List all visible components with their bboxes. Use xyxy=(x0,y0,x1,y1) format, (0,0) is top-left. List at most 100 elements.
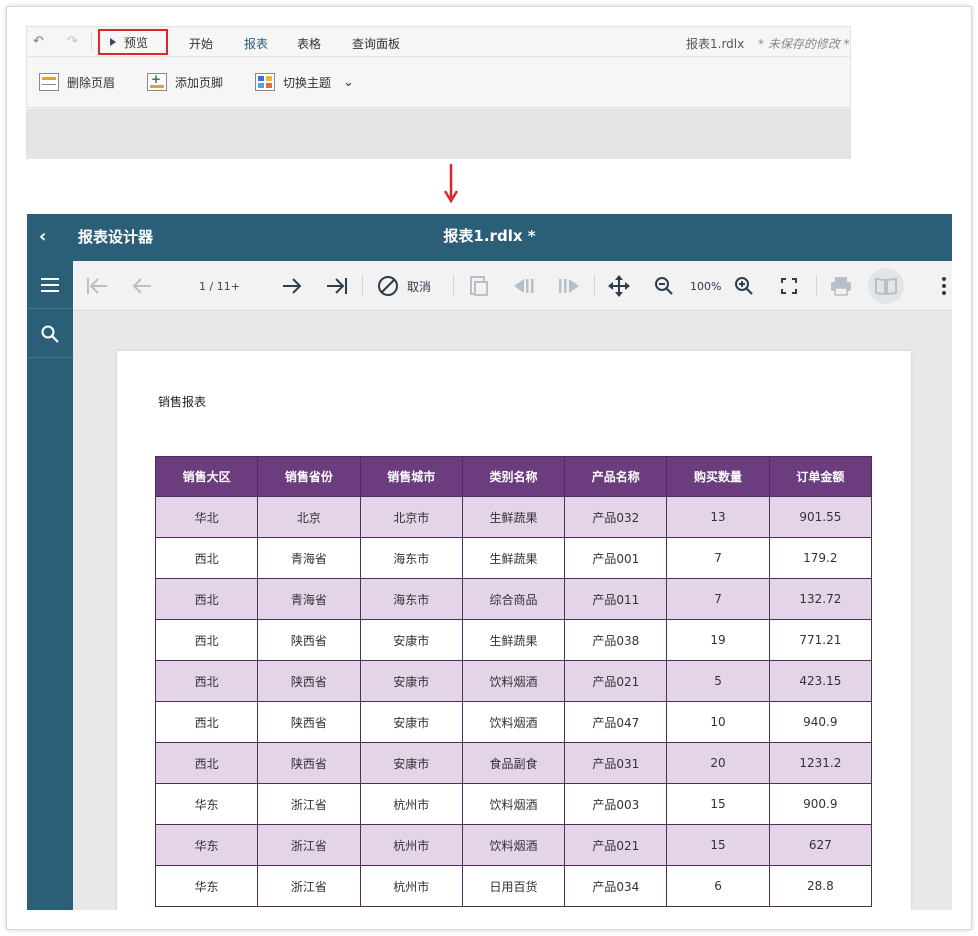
table-cell: 6 xyxy=(666,865,770,907)
zoom-in-icon[interactable] xyxy=(734,275,754,297)
table-cell: 产品034 xyxy=(564,865,668,907)
viewer-sidebar xyxy=(27,261,73,910)
cancel-label: 取消 xyxy=(407,279,432,294)
redo-icon[interactable]: ↷ xyxy=(67,34,78,49)
table-row: 华东 浙江省 杭州市 饮料烟酒 产品003 15 900.9 xyxy=(154,783,873,825)
column-header: 购买数量 xyxy=(666,456,770,497)
last-page-icon[interactable] xyxy=(325,275,349,297)
preview-button[interactable]: 预览 xyxy=(98,29,168,55)
unsaved-note: * 未保存的修改 * xyxy=(758,37,850,51)
table-row: 华东 浙江省 杭州市 饮料烟酒 产品021 15 627 xyxy=(154,824,873,866)
delete-header-button[interactable]: 删除页眉 xyxy=(39,73,115,91)
table-cell: 饮料烟酒 xyxy=(461,824,566,866)
table-cell: 产品001 xyxy=(564,537,668,579)
column-header: 类别名称 xyxy=(461,456,566,497)
table-cell: 132.72 xyxy=(768,578,873,620)
table-cell: 15 xyxy=(666,783,770,825)
table-row: 西北 青海省 海东市 综合商品 产品011 7 132.72 xyxy=(154,578,873,620)
menu-icon[interactable] xyxy=(27,261,73,309)
table-cell: 20 xyxy=(666,742,770,784)
table-cell: 423.15 xyxy=(768,660,873,702)
table-cell: 10 xyxy=(666,701,770,743)
table-cell: 西北 xyxy=(154,660,259,702)
fullscreen-icon[interactable] xyxy=(781,275,797,297)
column-header: 订单金额 xyxy=(768,456,873,497)
more-options-icon[interactable] xyxy=(941,275,947,297)
first-page-icon[interactable] xyxy=(85,275,109,297)
preview-label: 预览 xyxy=(124,35,149,50)
chevron-down-icon[interactable]: ⌄ xyxy=(343,75,354,90)
step-forward-icon[interactable] xyxy=(557,275,581,297)
table-cell: 西北 xyxy=(154,537,259,579)
book-view-icon[interactable] xyxy=(868,268,904,304)
table-cell: 生鲜蔬果 xyxy=(461,496,566,538)
table-cell: 杭州市 xyxy=(359,824,463,866)
zoom-level[interactable]: 100% xyxy=(690,275,721,297)
table-cell: 7 xyxy=(666,537,770,579)
tab-table[interactable]: 表格 xyxy=(297,35,321,52)
table-cell: 安康市 xyxy=(359,660,463,702)
table-cell: 901.55 xyxy=(768,496,873,538)
table-cell: 饮料烟酒 xyxy=(461,660,566,702)
zoom-out-icon[interactable] xyxy=(654,275,674,297)
table-row: 西北 陕西省 安康市 生鲜蔬果 产品038 19 771.21 xyxy=(154,619,873,661)
viewer-toolbar: 1 / 11+ 取消 100% xyxy=(73,261,952,311)
table-cell: 青海省 xyxy=(257,537,361,579)
separator xyxy=(816,275,817,297)
separator xyxy=(91,33,92,51)
table-row: 西北 青海省 海东市 生鲜蔬果 产品001 7 179.2 xyxy=(154,537,873,579)
table-cell: 产品003 xyxy=(564,783,668,825)
table-cell: 19 xyxy=(666,619,770,661)
add-footer-button[interactable]: 添加页脚 xyxy=(147,72,223,91)
cancel-button[interactable]: 取消 xyxy=(377,275,431,297)
table-cell: 饮料烟酒 xyxy=(461,783,566,825)
cancel-icon xyxy=(378,276,398,296)
table-cell: 产品032 xyxy=(564,496,668,538)
step-back-icon[interactable] xyxy=(512,275,536,297)
tab-start[interactable]: 开始 xyxy=(189,35,213,52)
report-page: 销售报表 销售大区 销售省份 销售城市 类别名称 产品名称 购买数量 订单金额 … xyxy=(117,351,911,910)
table-cell: 杭州市 xyxy=(359,783,463,825)
table-cell: 西北 xyxy=(154,742,259,784)
table-cell: 产品021 xyxy=(564,660,668,702)
column-header: 销售城市 xyxy=(359,456,463,497)
table-cell: 安康市 xyxy=(359,619,463,661)
table-cell: 华东 xyxy=(154,824,259,866)
viewer-titlebar: ‹ 报表设计器 报表1.rdlx * xyxy=(27,214,952,261)
separator xyxy=(594,275,595,297)
delete-header-icon xyxy=(39,73,59,91)
prev-page-icon[interactable] xyxy=(131,275,153,297)
table-row: 华北 北京 北京市 生鲜蔬果 产品032 13 901.55 xyxy=(154,496,873,538)
tab-query-panel[interactable]: 查询面板 xyxy=(352,35,400,52)
export-icon[interactable] xyxy=(469,275,489,297)
page-indicator[interactable]: 1 / 11+ xyxy=(199,275,240,297)
table-cell: 1231.2 xyxy=(768,742,873,784)
table-cell: 陕西省 xyxy=(257,742,361,784)
table-cell: 北京市 xyxy=(359,496,463,538)
table-cell: 浙江省 xyxy=(257,783,361,825)
table-cell: 北京 xyxy=(257,496,361,538)
undo-icon[interactable]: ↶ xyxy=(33,34,44,49)
table-cell: 产品011 xyxy=(564,578,668,620)
play-icon xyxy=(110,38,116,46)
table-cell: 13 xyxy=(666,496,770,538)
table-row: 西北 陕西省 安康市 饮料烟酒 产品047 10 940.9 xyxy=(154,701,873,743)
table-cell: 华北 xyxy=(154,496,259,538)
table-cell: 产品021 xyxy=(564,824,668,866)
add-footer-icon xyxy=(147,72,167,91)
table-cell: 西北 xyxy=(154,701,259,743)
table-cell: 28.8 xyxy=(768,865,873,907)
doc-title: 报表1.rdlx * xyxy=(443,227,536,245)
table-cell: 华东 xyxy=(154,783,259,825)
table-cell: 食品副食 xyxy=(461,742,566,784)
table-cell: 青海省 xyxy=(257,578,361,620)
table-row: 西北 陕西省 安康市 食品副食 产品031 20 1231.2 xyxy=(154,742,873,784)
search-icon[interactable] xyxy=(27,310,73,358)
pan-icon[interactable] xyxy=(608,275,630,297)
print-icon[interactable] xyxy=(830,275,852,297)
switch-theme-button[interactable]: 切换主题 ⌄ xyxy=(255,73,354,91)
switch-theme-label: 切换主题 xyxy=(283,75,332,90)
tab-report[interactable]: 报表 xyxy=(241,35,271,61)
table-cell: 日用百货 xyxy=(461,865,566,907)
next-page-icon[interactable] xyxy=(281,275,303,297)
